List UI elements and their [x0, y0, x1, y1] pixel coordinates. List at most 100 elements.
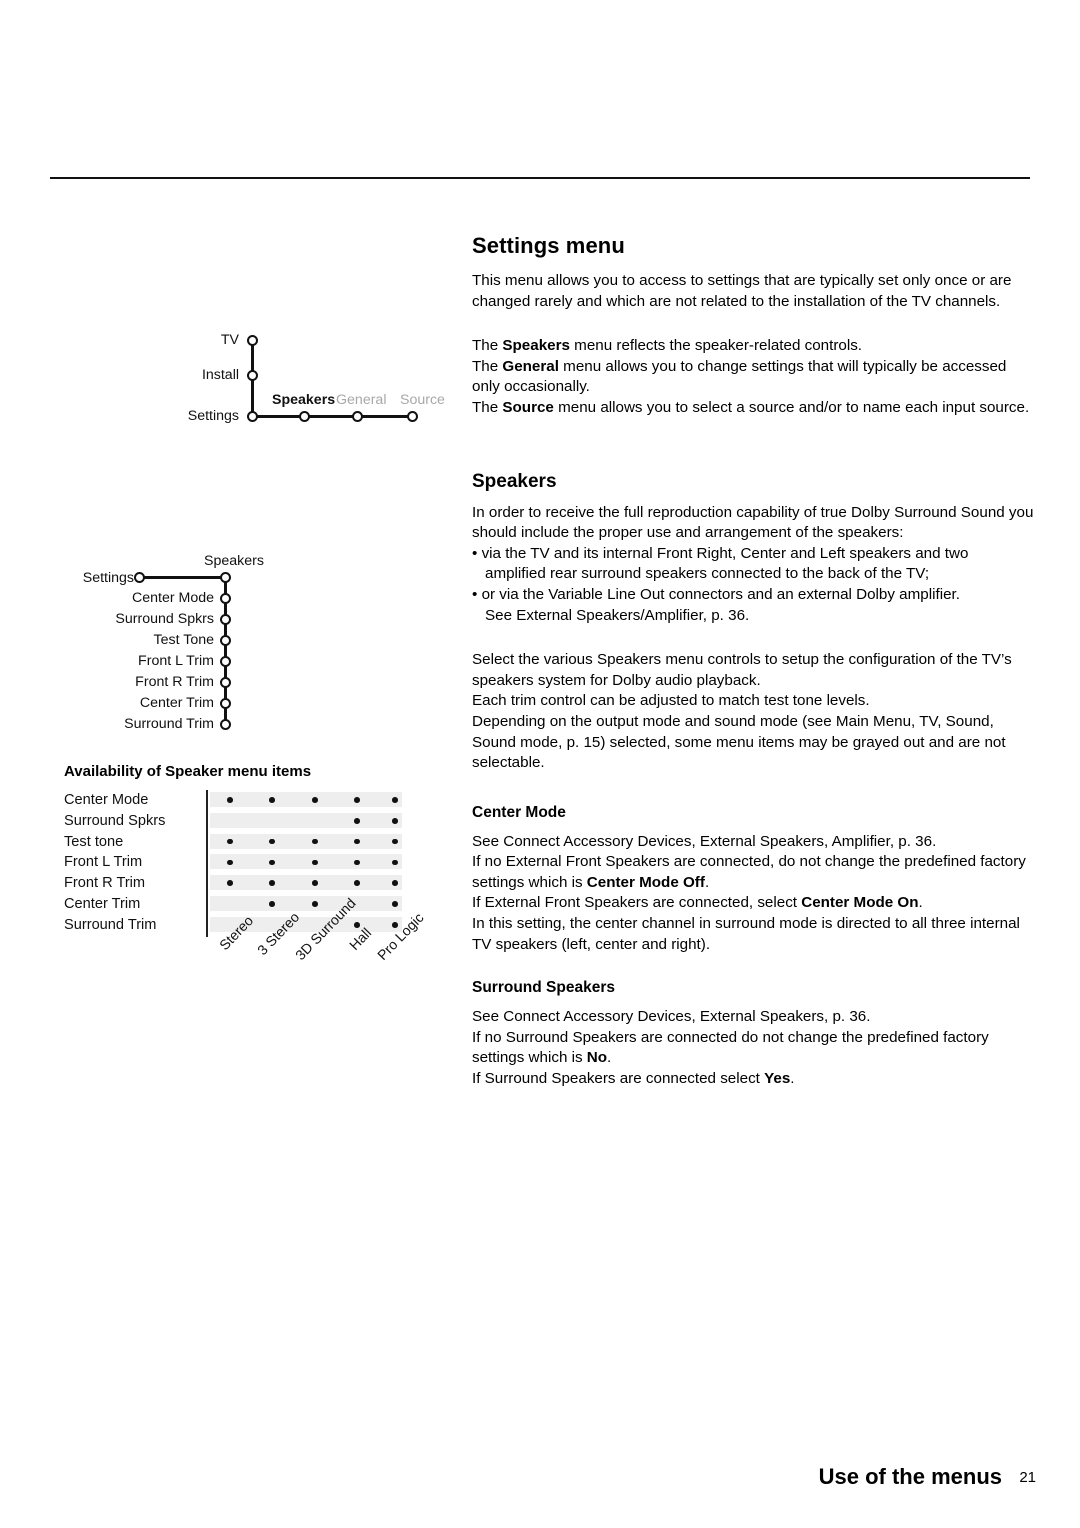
availability-table-title: Availability of Speaker menu items	[64, 763, 312, 780]
table-cell-dot	[312, 859, 318, 866]
row-band	[210, 792, 402, 807]
speakers-node-surround-trim	[220, 719, 231, 730]
settings-menu-general-line: The General menu allows you to change se…	[472, 357, 1034, 398]
tree-node-settings	[247, 411, 258, 422]
center-mode-line-3-pre: If External Front Speakers are connected…	[472, 894, 802, 912]
table-row: Front L Trim	[64, 852, 409, 873]
table-row: Surround Spkrs	[64, 811, 409, 832]
table-cell-dot	[269, 901, 275, 907]
table-cell-dot	[312, 901, 318, 907]
speakers-bullet-1-continuation: amplified rear surround speakers connect…	[485, 565, 930, 583]
speakers-tree-settings-label: Settings	[82, 570, 134, 586]
tree-label-settings: Settings	[187, 408, 239, 424]
surround-speakers-line-2: If no Surround Speakers are connected do…	[472, 1028, 1034, 1069]
tree-label-speakers: Speakers	[272, 392, 336, 408]
source-line-bold: Source	[502, 398, 554, 416]
surround-speakers-no-value: No	[586, 1049, 608, 1067]
settings-menu-paragraph-1: This menu allows you to access to settin…	[472, 272, 1012, 310]
table-row-label: Front L Trim	[64, 854, 143, 871]
row-band	[210, 854, 402, 870]
source-line-post: menu allows you to select a source and/o…	[553, 398, 1030, 416]
settings-menu-source-line: The Source menu allows you to select a s…	[472, 398, 1034, 419]
table-row: Test tone	[64, 832, 409, 853]
speakers-label-test-tone: Test Tone	[153, 632, 214, 648]
surround-speakers-line-3-post: .	[790, 1070, 795, 1088]
speakers-paragraph-3: Each trim control can be adjusted to mat…	[472, 692, 870, 710]
table-cell-dot	[354, 880, 360, 886]
table-cell-dot	[354, 838, 360, 845]
table-cell-dot	[227, 859, 233, 866]
table-row-label: Center Trim	[64, 895, 141, 912]
table-cell-dot	[312, 797, 318, 803]
speakers-line-pre: The	[472, 337, 503, 355]
center-mode-off-value: Center Mode Off	[586, 873, 705, 891]
center-mode-line-3: If External Front Speakers are connected…	[472, 893, 1034, 914]
speakers-bullet-2: • or via the Variable Line Out connector…	[472, 585, 1034, 606]
table-cell-dot	[227, 838, 233, 845]
speakers-node-surround-spkrs	[220, 614, 231, 625]
footer-section-title: Use of the menus	[818, 1464, 1002, 1489]
table-row: Center Mode	[64, 790, 409, 811]
tree-node-source	[407, 411, 418, 422]
table-cell-dot	[354, 797, 360, 803]
speakers-bullet-2-continuation: See External Speakers/Amplifier, p. 36.	[485, 606, 750, 624]
row-band	[210, 812, 402, 828]
speakers-label-front-l-trim: Front L Trim	[138, 653, 214, 669]
table-cell-dot	[392, 901, 398, 907]
center-mode-line-2: If no External Front Speakers are connec…	[472, 852, 1034, 893]
table-cell-dot	[269, 838, 275, 845]
speakers-bullet-1: • via the TV and its internal Front Righ…	[472, 544, 1034, 565]
tree-label-tv: TV	[220, 332, 239, 348]
center-mode-line-1: See Connect Accessory Devices, External …	[472, 832, 937, 850]
speakers-node-front-l-trim	[220, 656, 231, 667]
speakers-bullet-1-text: via the TV and its internal Front Right,…	[481, 544, 969, 562]
table-cell-dot	[354, 817, 360, 824]
document-page: TV Install Settings Speakers General Sou…	[0, 0, 1080, 1528]
general-line-bold: General	[502, 357, 559, 375]
speakers-node-settings	[134, 572, 145, 583]
speakers-menu-tree-diagram: Speakers Settings Center Mode Surround S…	[60, 545, 380, 740]
bullet-marker-icon: •	[472, 544, 478, 562]
table-row-label: Center Mode	[64, 792, 149, 808]
tree-node-speakers	[299, 411, 310, 422]
tree-spine-horizontal	[251, 415, 413, 418]
surround-speakers-line-2-post: .	[607, 1049, 612, 1067]
availability-table-column-labels: Stereo 3 Stereo 3D Surround Hall Pro Log…	[64, 895, 427, 1016]
speakers-heading: Speakers	[472, 470, 557, 492]
table-row: Front R Trim	[64, 873, 409, 894]
table-cell-dot	[312, 880, 318, 886]
speakers-node-front-r-trim	[220, 677, 231, 688]
source-line-pre: The	[472, 398, 503, 416]
footer-page-number: 21	[1019, 1469, 1036, 1486]
general-line-pre: The	[472, 357, 503, 375]
table-row-label: Front R Trim	[64, 875, 146, 892]
table-row-label: Surround Trim	[64, 916, 157, 933]
tree-label-install: Install	[201, 367, 239, 383]
bullet-marker-icon: •	[472, 585, 478, 603]
table-cell-dot	[392, 817, 398, 824]
settings-menu-tree-diagram: TV Install Settings Speakers General Sou…	[80, 320, 445, 440]
speakers-node-speakers	[220, 572, 231, 583]
row-band	[210, 875, 402, 891]
speakers-label-center-mode: Center Mode	[131, 590, 214, 606]
surround-speakers-line-2-pre: If no Surround Speakers are connected do…	[472, 1028, 989, 1067]
speakers-paragraph-1: In order to receive the full reproductio…	[472, 503, 1034, 542]
surround-speakers-line-3: If Surround Speakers are connected selec…	[472, 1069, 1034, 1090]
table-cell-dot	[354, 921, 360, 928]
availability-table: Center Mode Surround Spkrs Test tone Fro…	[64, 790, 409, 940]
speakers-label-front-r-trim: Front R Trim	[135, 674, 214, 690]
tree-label-source: Source	[400, 392, 445, 408]
center-mode-line-2-post: .	[704, 873, 710, 891]
table-cell-dot	[269, 859, 275, 866]
table-cell-dot	[227, 797, 233, 803]
speakers-node-center-mode	[220, 593, 231, 604]
surround-speakers-line-3-pre: If Surround Speakers are connected selec…	[472, 1070, 765, 1088]
center-mode-heading: Center Mode	[472, 803, 566, 821]
speakers-node-test-tone	[220, 635, 231, 646]
main-text-column: Settings menu This menu allows you to ac…	[472, 233, 1034, 1090]
speakers-label-center-trim: Center Trim	[139, 695, 214, 711]
center-mode-line-2-pre: If no External Front Speakers are connec…	[472, 853, 1026, 891]
table-row-label: Test tone	[64, 833, 124, 850]
table-cell-dot	[269, 880, 275, 886]
speakers-label-surround-spkrs: Surround Spkrs	[115, 611, 214, 627]
